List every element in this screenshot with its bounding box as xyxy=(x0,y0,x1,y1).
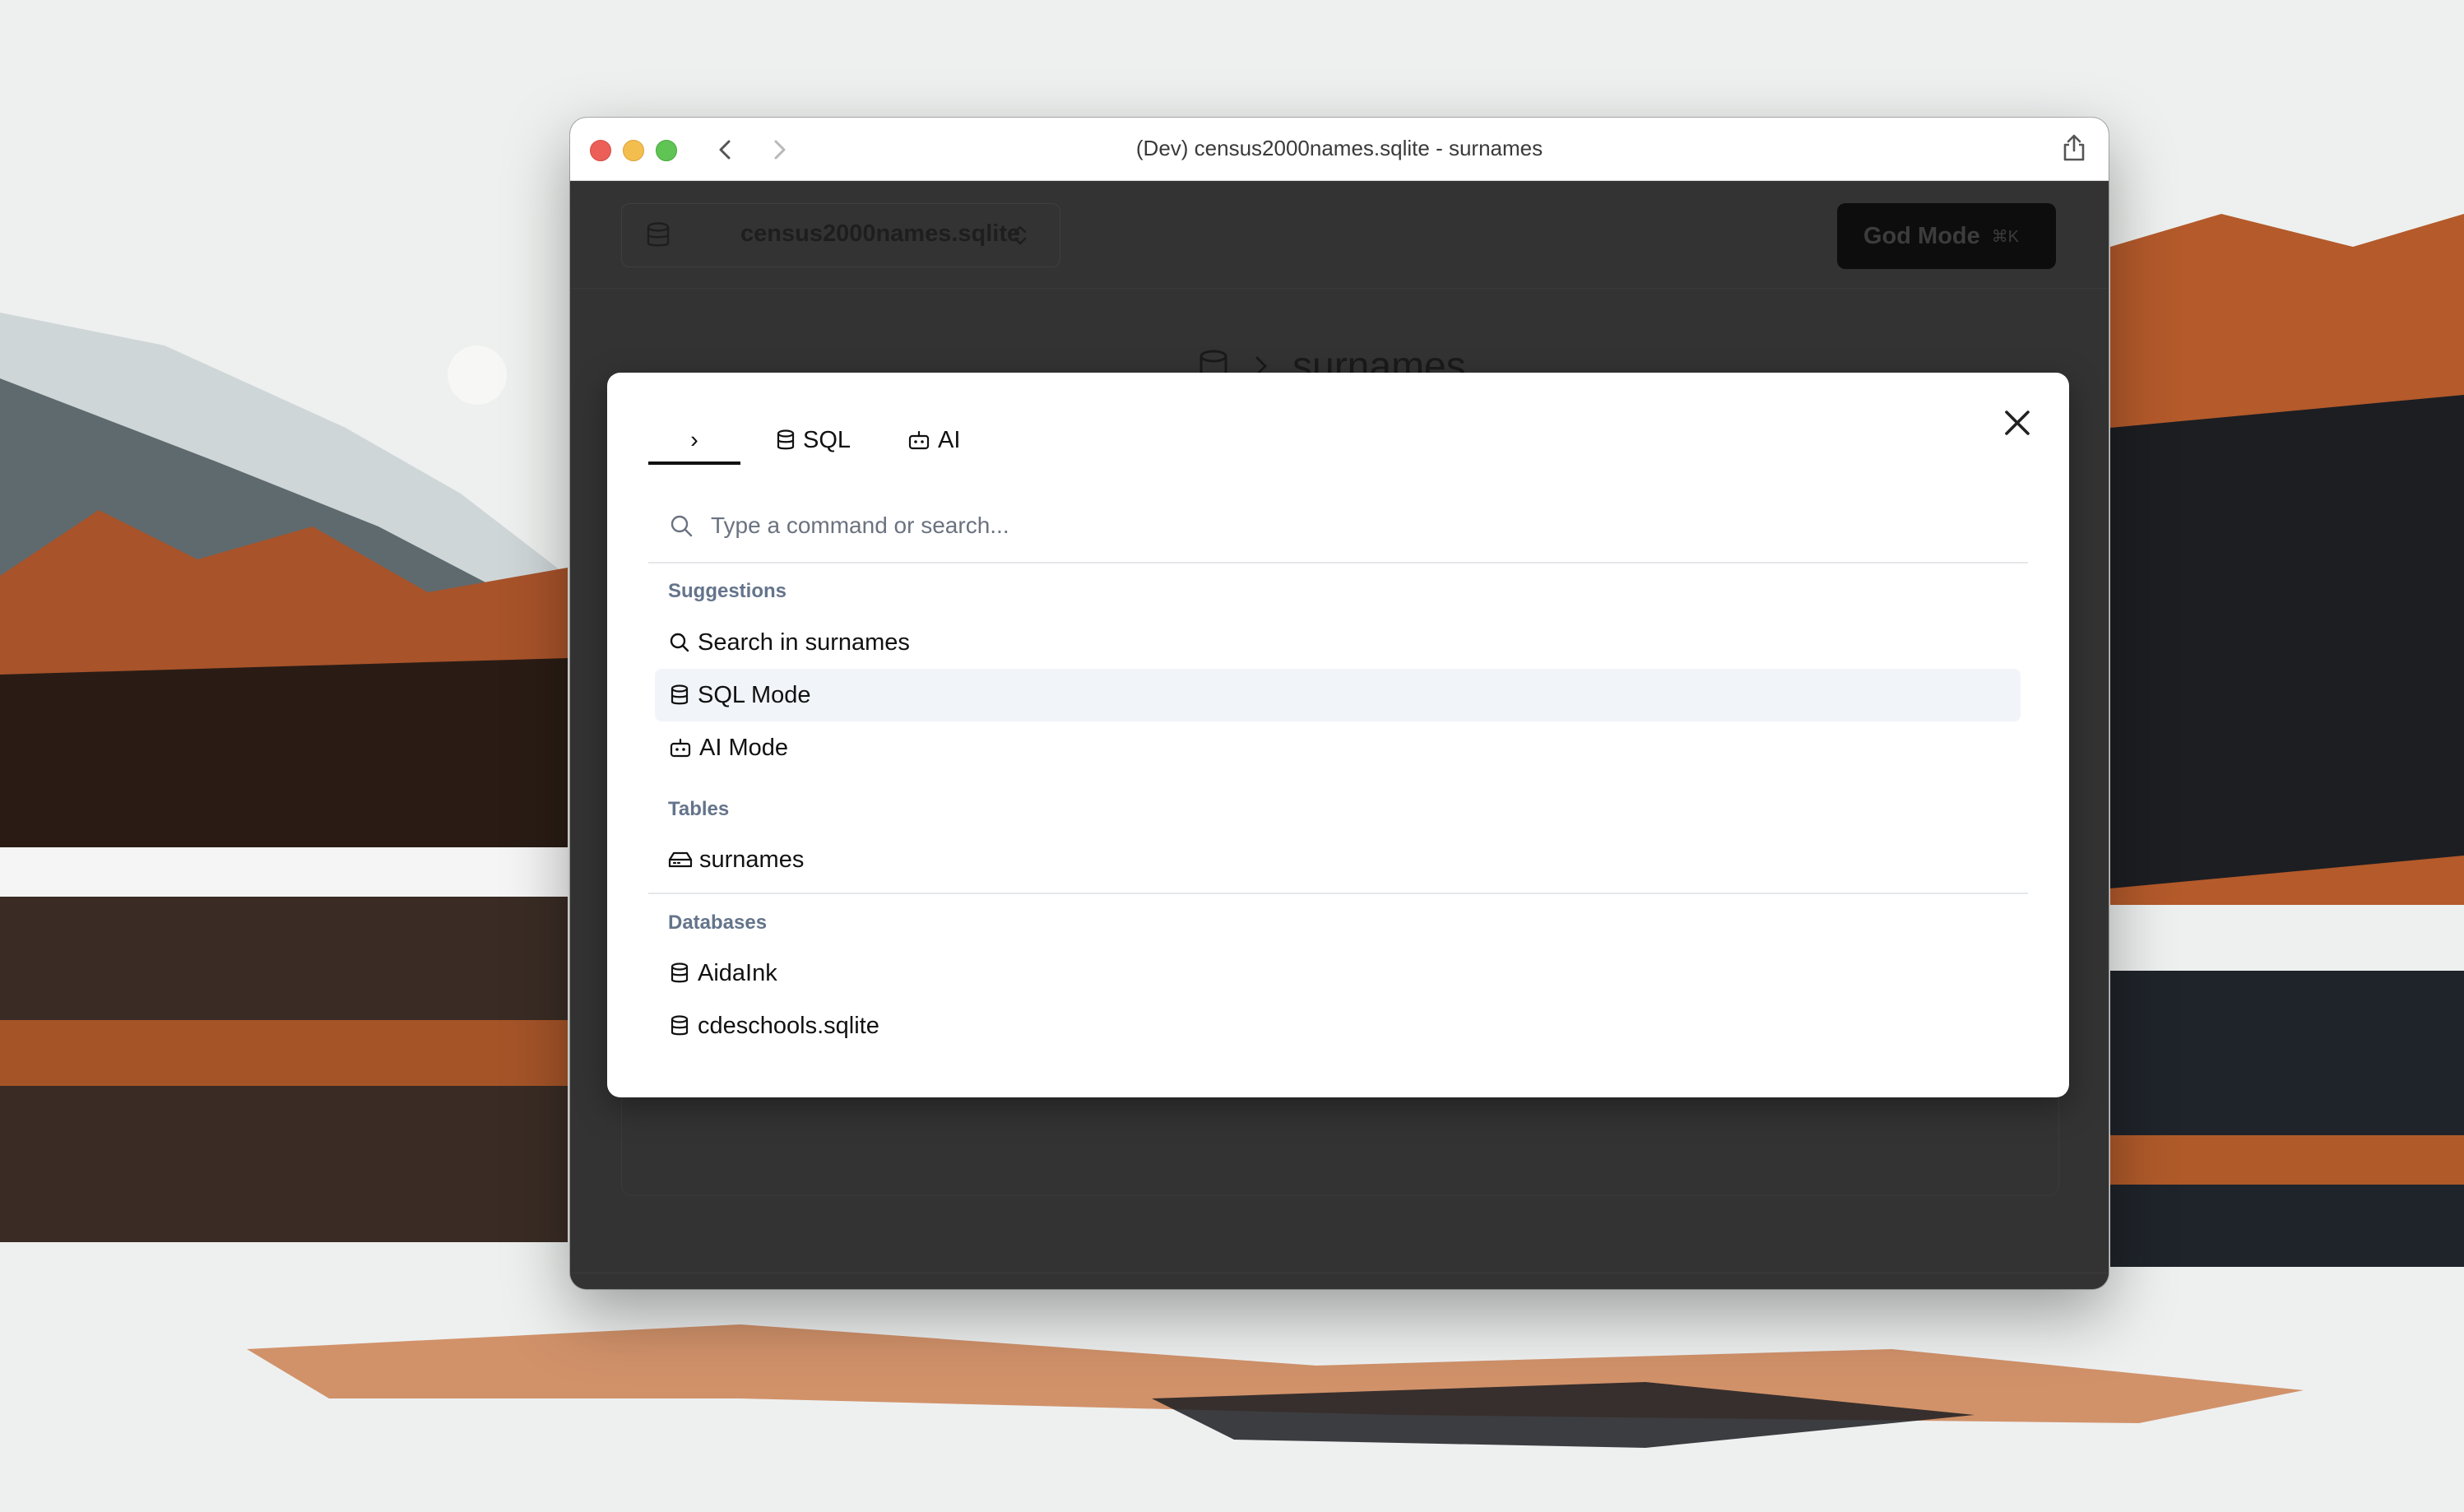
tab-command-label: › xyxy=(690,426,698,453)
god-mode-shortcut: ⌘K xyxy=(1991,227,2020,246)
god-mode-label: God Mode xyxy=(1863,222,1980,249)
window-title: (Dev) census2000names.sqlite - surnames xyxy=(1135,136,1543,160)
database-icon xyxy=(647,222,670,247)
title-bar: (Dev) census2000names.sqlite - surnames xyxy=(570,118,2109,181)
list-item-label: SQL Mode xyxy=(698,681,811,708)
suggestion-sql-mode[interactable]: SQL Mode xyxy=(655,669,2021,721)
database-selector[interactable]: census2000names.sqlite xyxy=(621,203,1060,267)
suggestion-search-in-table[interactable]: Search in surnames xyxy=(655,616,2021,669)
tab-sql[interactable]: SQL xyxy=(775,419,851,461)
tab-ai-label: AI xyxy=(938,426,961,453)
database-icon xyxy=(777,429,795,450)
database-icon xyxy=(671,684,689,705)
tab-ai[interactable]: AI xyxy=(907,419,960,461)
list-item-label: AI Mode xyxy=(699,734,788,761)
tab-command[interactable]: › xyxy=(648,419,740,465)
header-divider xyxy=(570,288,2109,289)
section-label-databases: Databases xyxy=(668,911,768,934)
section-label-tables: Tables xyxy=(668,798,730,820)
list-item-label: cdeschools.sqlite xyxy=(698,1012,879,1039)
section-divider xyxy=(648,893,2028,894)
search-icon xyxy=(670,633,689,652)
list-item-label: surnames xyxy=(699,846,805,873)
bot-icon xyxy=(670,738,691,758)
list-item-label: AidaInk xyxy=(698,959,777,986)
database-icon xyxy=(671,962,689,983)
chevron-up-down-icon xyxy=(1014,225,1027,245)
command-palette: › SQL AI Suggestions xyxy=(607,373,2069,1097)
command-search xyxy=(648,496,2028,564)
command-search-input[interactable] xyxy=(709,504,1700,547)
close-icon[interactable] xyxy=(1998,404,2036,442)
database-selector-label: census2000names.sqlite xyxy=(740,220,1021,247)
section-label-suggestions: Suggestions xyxy=(668,580,787,602)
table-drive-icon xyxy=(668,851,693,868)
bot-icon xyxy=(908,430,930,450)
database-item-aidaink[interactable]: AidaInk xyxy=(655,947,2021,999)
database-icon xyxy=(671,1015,689,1036)
mode-tabs: › SQL AI xyxy=(648,419,960,465)
suggestion-ai-mode[interactable]: AI Mode xyxy=(655,721,2021,774)
tab-sql-label: SQL xyxy=(803,426,851,453)
table-item-surnames[interactable]: surnames xyxy=(655,833,2021,886)
list-item-label: Search in surnames xyxy=(698,628,910,656)
share-icon[interactable] xyxy=(2059,132,2089,164)
search-icon xyxy=(671,515,693,537)
database-item-cdeschools[interactable]: cdeschools.sqlite xyxy=(655,999,2021,1052)
god-mode-button[interactable]: God Mode ⌘K xyxy=(1837,203,2056,269)
